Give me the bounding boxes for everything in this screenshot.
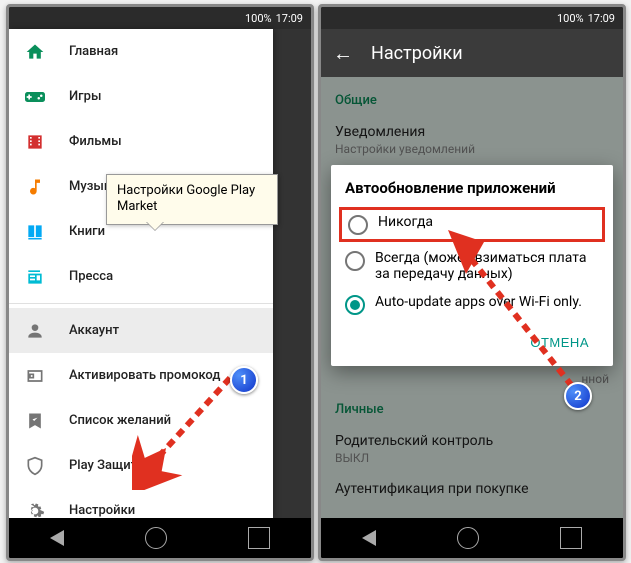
account-icon <box>25 321 45 341</box>
movie-icon <box>25 132 45 152</box>
drawer-label: Фильмы <box>69 134 122 149</box>
toolbar-title: Настройки <box>371 43 463 64</box>
clock: 17:09 <box>276 12 303 25</box>
newspaper-icon <box>25 267 45 287</box>
bookmark-check-icon <box>25 411 45 431</box>
battery-text: 100% <box>557 12 584 25</box>
drawer-label: Настройки <box>69 503 135 518</box>
promo-icon <box>25 366 45 386</box>
drawer-item-movies[interactable]: Фильмы <box>9 119 273 164</box>
dialog-title: Автообновление приложений <box>345 179 599 197</box>
book-icon <box>25 222 45 242</box>
callout-arrow-2 <box>424 200 584 400</box>
radio-icon <box>345 295 365 315</box>
drawer-item-settings[interactable]: Настройки <box>9 488 273 533</box>
step-badge-1: 1 <box>230 366 258 394</box>
drawer-label: Главная <box>69 44 118 59</box>
radio-icon <box>345 251 365 271</box>
drawer-item-account[interactable]: Аккаунт <box>9 308 273 353</box>
drawer-label: Книги <box>69 224 105 239</box>
callout-tooltip: Настройки Google Play Market <box>106 174 278 225</box>
callout-text: Настройки Google Play Market <box>117 183 255 214</box>
statusbar: 100% 17:09 <box>9 7 311 29</box>
drawer-item-press[interactable]: Пресса <box>9 254 273 299</box>
android-navbar <box>321 518 623 558</box>
drawer-label: Игры <box>69 89 101 104</box>
back-arrow-icon[interactable]: ← <box>333 41 353 66</box>
drawer-label: Аккаунт <box>69 323 119 338</box>
gear-icon <box>25 501 45 521</box>
drawer-label: Пресса <box>69 269 113 284</box>
shield-icon <box>25 456 45 476</box>
statusbar: 100% 17:09 <box>321 7 623 29</box>
radio-icon <box>348 215 368 235</box>
gamepad-icon <box>25 87 45 107</box>
battery-text: 100% <box>245 12 272 25</box>
music-icon <box>25 177 45 197</box>
nav-back-button[interactable] <box>362 530 376 546</box>
drawer-item-games[interactable]: Игры <box>9 74 273 119</box>
toolbar: ← Настройки <box>321 29 623 77</box>
callout-arrow-1 <box>132 370 242 490</box>
clock: 17:09 <box>588 12 615 25</box>
nav-home-button[interactable] <box>457 527 479 549</box>
nav-recent-button[interactable] <box>560 527 582 549</box>
step-badge-2: 2 <box>564 382 592 410</box>
home-icon <box>25 42 45 62</box>
drawer-item-home[interactable]: Главная <box>9 29 273 74</box>
